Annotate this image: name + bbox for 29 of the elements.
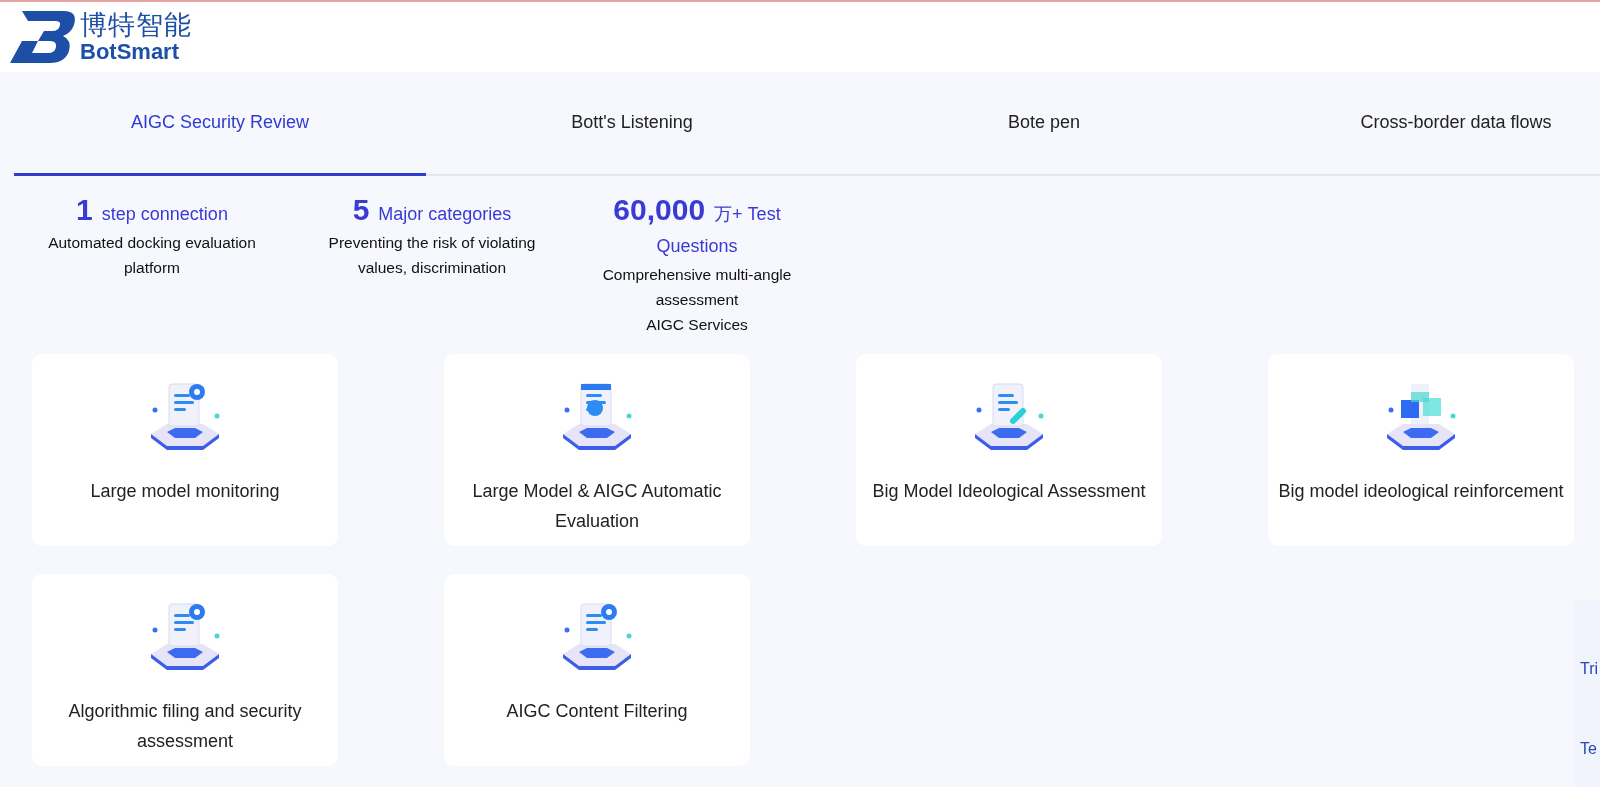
tab[interactable]: AIGC Security Review xyxy=(14,72,426,176)
service-card[interactable]: Big model ideological reinforcement xyxy=(1268,354,1574,546)
stat-heading: 5 Major categories xyxy=(351,194,513,228)
service-card[interactable]: Large Model & AIGC Automatic Evaluation xyxy=(444,354,750,546)
service-card[interactable]: Large model monitoring xyxy=(32,354,338,546)
card-title: Large model monitoring xyxy=(90,480,280,503)
logo-chinese-name: 博特智能 xyxy=(80,11,192,40)
stat-description: Automated docking evaluation platform xyxy=(47,233,257,278)
card-title: Large Model & AIGC Automatic Evaluation xyxy=(471,480,723,533)
tab[interactable]: Bott's Listening xyxy=(426,72,838,176)
side-card-text: Tri xyxy=(1580,660,1600,678)
card-title: Algorithmic filing and security assessment xyxy=(67,700,303,753)
stat-heading: 1 step connection xyxy=(75,194,229,228)
stat-description: AIGC Services xyxy=(645,315,749,335)
stat-heading: 60,000 万+ Test Questions xyxy=(612,194,782,258)
logo-icon xyxy=(8,9,78,65)
stat-description: Preventing the risk of violating values, discrimination xyxy=(327,233,537,278)
logo-name: BotSmart xyxy=(80,39,180,63)
side-card[interactable]: Tri Te xyxy=(1574,600,1600,787)
service-card[interactable]: Big Model Ideological Assessment xyxy=(856,354,1162,546)
tab[interactable]: Cross-border data flows xyxy=(1250,72,1600,176)
service-card[interactable]: AIGC Content Filtering xyxy=(444,574,750,766)
card-title: AIGC Content Filtering xyxy=(506,700,688,723)
card-title: Big model ideological reinforcement xyxy=(1278,480,1564,503)
stat-description: Comprehensive multi-angle assessment xyxy=(601,265,793,310)
card-title: Big Model Ideological Assessment xyxy=(872,480,1146,503)
tab[interactable]: Bote pen xyxy=(838,72,1250,176)
service-card[interactable]: Algorithmic filing and security assessment xyxy=(32,574,338,766)
side-card-text: Te xyxy=(1580,740,1598,758)
